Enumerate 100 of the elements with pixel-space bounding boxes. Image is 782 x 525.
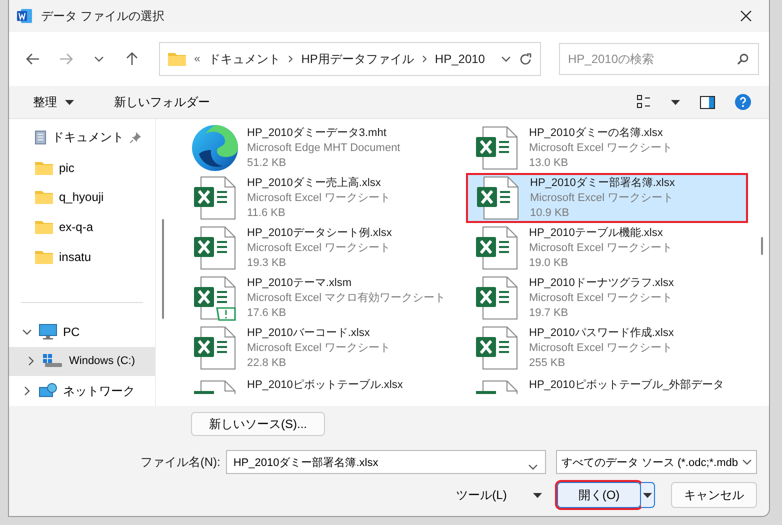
network-icon	[39, 383, 57, 400]
file-type: Microsoft Excel ワークシート	[529, 340, 674, 356]
document-icon	[35, 130, 46, 146]
caret-icon	[532, 492, 542, 498]
sidebar-item[interactable]: pic	[9, 152, 155, 183]
address-bar[interactable]: « ドキュメント HP用データファイル HP_2010	[159, 42, 541, 76]
preview-pane-icon[interactable]	[700, 96, 715, 108]
file-type: Microsoft Excel ワークシート	[530, 190, 675, 206]
file-type-dropdown[interactable]: すべてのデータ ソース (*.odc;*.mdb	[556, 450, 757, 474]
open-button[interactable]: 開く(O)	[557, 482, 641, 508]
open-options-button[interactable]	[641, 482, 655, 508]
breadcrumb-item[interactable]: ドキュメント	[208, 50, 280, 68]
folder-icon	[35, 220, 53, 234]
file-size: 19.7 KB	[529, 306, 570, 320]
sidebar-item[interactable]: ex-q-a	[9, 212, 155, 242]
file-size: 11.6 KB	[247, 206, 286, 220]
file-size: 17.6 KB	[247, 306, 288, 320]
folder-icon	[35, 160, 53, 175]
window-title: データ ファイルの選択	[41, 8, 164, 24]
file-item[interactable]: HP_2010ダミーの名簿.xlsx Microsoft Excel ワークシート 13.0 KB	[466, 123, 748, 173]
file-item[interactable]: HP_2010テーマ.xlsm Microsoft Excel マクロ有効ワークシート 17.6 KB	[184, 273, 466, 323]
file-item[interactable]: HP_2010ピボットテーブル_外部データ	[466, 373, 748, 395]
file-type: Microsoft Excel ワークシート	[247, 190, 391, 206]
file-type: Microsoft Edge MHT Document	[247, 140, 400, 156]
search-field[interactable]: HP_2010の検索	[558, 43, 759, 75]
file-type: Microsoft Excel ワークシート	[247, 240, 392, 256]
scrollbar-thumb[interactable]	[761, 237, 763, 255]
file-size: 10.9 KB	[530, 206, 570, 220]
organize-menu[interactable]: 整理	[27, 90, 80, 114]
word-logo-icon	[17, 8, 33, 24]
file-type: Microsoft Excel ワークシート	[529, 240, 673, 256]
chevron-right-icon	[24, 386, 30, 396]
caret-icon	[671, 100, 680, 104]
file-name: HP_2010ドーナツグラフ.xlsx	[529, 276, 674, 290]
folder-icon	[35, 250, 53, 264]
file-name: HP_2010ダミー売上高.xlsx	[247, 176, 382, 190]
folder-icon	[35, 190, 53, 204]
chevron-right-icon	[28, 356, 34, 366]
caret-icon	[643, 492, 652, 498]
file-size: 13.0 KB	[529, 156, 570, 170]
file-item[interactable]: HP_2010バーコード.xlsx Microsoft Excel ワークシート 22.8 KB	[184, 323, 466, 373]
close-icon	[740, 10, 752, 22]
sidebar-item[interactable]: q_hyouji	[9, 182, 155, 212]
file-size: 19.3 KB	[247, 256, 288, 270]
scrollbar-thumb[interactable]	[162, 219, 164, 319]
file-name: HP_2010テーマ.xlsm	[247, 276, 353, 290]
filename-field[interactable]: HP_2010ダミー部署名簿.xlsx	[226, 450, 546, 474]
sidebar-item[interactable]: Windows (C:)	[9, 346, 155, 376]
globe-wave-icon	[191, 124, 239, 172]
spreadsheet-macro-file-icon	[191, 274, 239, 322]
chevron-down-icon	[528, 464, 538, 470]
file-item[interactable]: HP_2010テーブル機能.xlsx Microsoft Excel ワークシート 19.0 KB	[466, 223, 748, 273]
chevron-down-icon	[742, 459, 752, 465]
file-item[interactable]: HP_2010データシート例.xlsx Microsoft Excel ワークシート 19.3 KB	[184, 223, 466, 273]
filename-label: ファイル名(N):	[140, 454, 220, 470]
help-icon[interactable]	[735, 94, 751, 110]
chevron-right-icon	[288, 55, 294, 63]
file-item[interactable]: HP_2010ダミーデータ3.mht Microsoft Edge MHT Document 51.2 KB	[184, 123, 466, 173]
monitor-icon	[39, 324, 57, 340]
file-name: HP_2010ピボットテーブル_外部データ	[529, 378, 724, 393]
file-name: HP_2010データシート例.xlsx	[247, 226, 392, 240]
view-options-icon[interactable]	[637, 95, 651, 109]
file-name: HP_2010テーブル機能.xlsx	[529, 226, 664, 240]
file-size: 19.0 KB	[529, 256, 570, 270]
file-item[interactable]: HP_2010ピボットテーブル.xlsx	[184, 373, 466, 395]
file-item[interactable]: HP_2010パスワード作成.xlsx Microsoft Excel ワークシート 255 KB	[466, 323, 748, 373]
overflow-chevron[interactable]: «	[194, 53, 200, 65]
chevron-down-icon	[94, 56, 104, 62]
file-name: HP_2010ダミーデータ3.mht	[247, 126, 388, 140]
breadcrumb-item[interactable]: HP_2010	[434, 52, 485, 66]
drive-icon	[43, 354, 63, 368]
sidebar-item[interactable]: insatu	[9, 242, 155, 272]
up-arrow-icon	[126, 52, 138, 66]
sidebar-item[interactable]: ネットワーク	[9, 376, 155, 406]
forward-arrow-icon	[58, 53, 73, 65]
file-name: HP_2010パスワード作成.xlsx	[529, 326, 674, 340]
search-icon	[736, 53, 749, 65]
file-name: HP_2010バーコード.xlsx	[247, 326, 371, 340]
breadcrumb-item[interactable]: HP用データファイル	[301, 50, 414, 68]
file-type: Microsoft Excel ワークシート	[529, 140, 673, 156]
file-name: HP_2010ピボットテーブル.xlsx	[247, 378, 403, 393]
file-item[interactable]: HP_2010ドーナツグラフ.xlsx Microsoft Excel ワークシート 19.7 KB	[466, 273, 748, 323]
chevron-down-icon	[22, 328, 32, 335]
file-type: Microsoft Excel ワークシート	[529, 290, 674, 306]
sidebar-item[interactable]: ドキュメント	[9, 123, 155, 153]
file-size: 51.2 KB	[247, 156, 288, 170]
new-source-button[interactable]: 新しいソース(S)...	[191, 412, 325, 436]
file-size: 255 KB	[529, 356, 566, 370]
file-item[interactable]: HP_2010ダミー売上高.xlsx Microsoft Excel ワークシート 11.6 KB	[184, 173, 466, 223]
back-arrow-icon	[26, 53, 40, 65]
refresh-icon[interactable]	[518, 52, 532, 66]
tools-menu[interactable]: ツール(L)	[449, 482, 549, 508]
cancel-button[interactable]: キャンセル	[671, 482, 757, 508]
new-folder-button[interactable]: 新しいフォルダー	[108, 90, 216, 114]
file-name: HP_2010ダミーの名簿.xlsx	[529, 126, 664, 140]
file-name: HP_2010ダミー部署名簿.xlsx	[530, 176, 675, 190]
caret-icon	[65, 100, 74, 104]
file-type: Microsoft Excel マクロ有効ワークシート	[247, 290, 446, 306]
file-item[interactable]: HP_2010ダミー部署名簿.xlsx Microsoft Excel ワークシート 10.9 KB	[466, 173, 748, 223]
sidebar-item[interactable]: PC	[9, 316, 155, 347]
